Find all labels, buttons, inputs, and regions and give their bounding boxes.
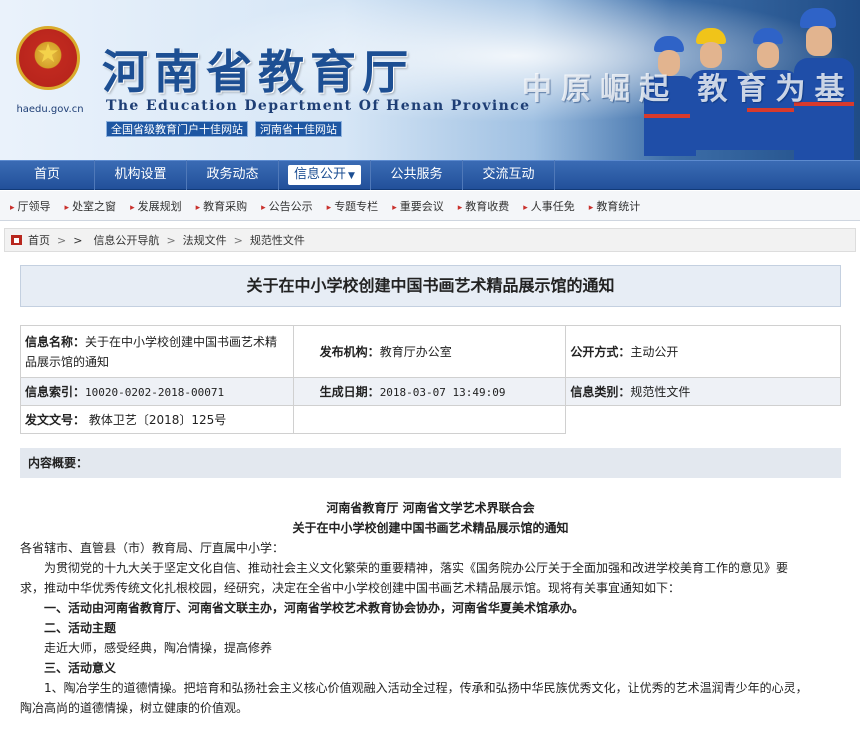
award-badge: 河南省十佳网站 (255, 121, 342, 137)
arrow-right-icon: ▸ (10, 202, 15, 213)
main-nav: 首页 机构设置 政务动态 信息公开 ▼ 公共服务 交流互动 (0, 160, 860, 190)
breadcrumb-separator: > (166, 233, 176, 247)
breadcrumb: 首页 > > 信息公开导航 > 法规文件 > 规范性文件 (4, 228, 856, 252)
nav-item-info-disclosure[interactable]: 信息公开 ▼ (279, 160, 371, 190)
paragraph: 求，推动中华优秀传统文化扎根校园，经研究，决定在全省中小学校创建中国书画艺术精品… (20, 581, 681, 595)
arrow-right-icon: ▸ (261, 202, 266, 213)
date-label: 生成日期： (319, 385, 380, 399)
article-body: 河南省教育厅 河南省文学艺术界联合会 关于在中小学校创建中国书画艺术精品展示馆的… (20, 484, 841, 743)
nav-item-home[interactable]: 首页 (0, 160, 95, 190)
subnav-item[interactable]: ▸ 重要会议 (392, 198, 444, 214)
issuers: 河南省教育厅 河南省文学艺术界联合会 (326, 501, 535, 515)
paragraph: 为贯彻党的十九大关于坚定文化自信、推动社会主义文化繁荣的重要精神，落实《国务院办… (44, 561, 789, 575)
subnav-item[interactable]: ▸ 厅领导 (10, 198, 51, 214)
info-name-label: 信息名称： (25, 334, 86, 349)
document-meta-table: 信息名称：关于在中小学校创建中国书画艺术精品展示馆的通知 发布机构：教育厅办公室… (20, 325, 841, 434)
publisher-label: 发布机构： (319, 344, 380, 359)
info-index-value: 10020-0202-2018-00071 (85, 386, 225, 399)
date-value: 2018-03-07 13:49:09 (379, 386, 506, 399)
site-title: 河南省教育厅 (102, 45, 414, 99)
arrow-right-icon: ▸ (457, 202, 463, 213)
section-heading: 二、活动主题 (44, 621, 117, 635)
breadcrumb-separator: > (73, 233, 83, 247)
caret-down-icon: ▼ (348, 171, 355, 181)
breadcrumb-separator: > (57, 233, 67, 247)
open-method-label: 公开方式： (570, 344, 631, 359)
paragraph: 1、陶冶学生的道德情操。把培育和弘扬社会主义核心价值观融入活动全过程，传承和弘扬… (44, 681, 808, 695)
doc-number-value: 教体卫艺〔2018〕125号 (88, 413, 227, 427)
article-title: 关于在中小学校创建中国书画艺术精品展示馆的通知 (20, 265, 841, 307)
home-icon (11, 235, 22, 245)
nav-item-organization[interactable]: 机构设置 (95, 160, 187, 190)
nav-item-label: 信息公开 (294, 167, 347, 182)
summary-label: 内容概要： (20, 448, 841, 478)
arrow-right-icon: ▸ (195, 202, 201, 213)
award-badge: 全国省级教育门户十佳网站 (106, 121, 248, 137)
arrow-right-icon: ▸ (326, 202, 332, 213)
breadcrumb-separator: > (233, 233, 243, 247)
section-heading: 一、活动由河南省教育厅、河南省文联主办，河南省学校艺术教育协会协办，河南省华夏美… (44, 601, 585, 615)
category-label: 信息类别： (570, 385, 631, 399)
breadcrumb-info-nav[interactable]: 信息公开导航 (93, 232, 159, 248)
publisher-value: 教育厅办公室 (379, 344, 452, 359)
arrow-right-icon: ▸ (64, 202, 70, 213)
doc-number-label: 发文文号： (25, 413, 86, 427)
section-heading: 三、活动意义 (44, 661, 117, 675)
arrow-right-icon: ▸ (588, 202, 594, 213)
breadcrumb-regulations[interactable]: 法规文件 (183, 232, 227, 248)
arrow-right-icon: ▸ (523, 202, 528, 213)
arrow-right-icon: ▸ (130, 202, 135, 213)
subnav-item[interactable]: ▸ 人事任免 (523, 198, 575, 214)
breadcrumb-normative-docs[interactable]: 规范性文件 (250, 232, 305, 248)
document-title: 关于在中小学校创建中国书画艺术精品展示馆的通知 (292, 521, 569, 535)
subnav-item[interactable]: ▸ 教育收费 (458, 198, 510, 214)
header-banner: ★ haedu.gov.cn 河南省教育厅 The Education Depa… (0, 0, 860, 160)
sub-nav: ▸ 厅领导 ▸ 处室之窗 ▸ 发展规划 ▸ 教育采购 ▸ 公告公示 ▸ 专题专栏 ▸ 重要会议… (0, 191, 860, 221)
breadcrumb-home[interactable]: 首页 (28, 232, 50, 248)
subnav-item[interactable]: ▸ 教育采购 (196, 198, 248, 214)
category-value: 规范性文件 (630, 385, 691, 399)
paragraph: 走近大师，感受经典，陶冶情操，提高修养 (44, 641, 273, 655)
subnav-item[interactable]: ▸ 公告公示 (261, 198, 313, 214)
open-method-value: 主动公开 (630, 344, 679, 359)
info-index-label: 信息索引： (25, 385, 86, 399)
subnav-item[interactable]: ▸ 处室之窗 (65, 198, 117, 214)
national-emblem-icon: ★ (16, 26, 80, 90)
subnav-item[interactable]: ▸ 发展规划 (130, 198, 182, 214)
nav-item-interaction[interactable]: 交流互动 (463, 160, 555, 190)
nav-item-news[interactable]: 政务动态 (187, 160, 279, 190)
subnav-item[interactable]: ▸ 专题专栏 (327, 198, 379, 214)
banner-slogan: 中原崛起 教育为基 (522, 72, 854, 107)
arrow-right-icon: ▸ (392, 202, 397, 213)
paragraph: 陶冶高尚的道德情操，树立健康的价值观。 (20, 701, 249, 715)
site-domain: haedu.gov.cn (16, 104, 84, 115)
nav-item-public-service[interactable]: 公共服务 (371, 160, 463, 190)
subnav-item[interactable]: ▸ 教育统计 (589, 198, 641, 214)
site-subtitle: The Education Department Of Henan Provin… (106, 98, 531, 114)
salutation: 各省辖市、直管县（市）教育局、厅直属中小学： (20, 541, 285, 555)
